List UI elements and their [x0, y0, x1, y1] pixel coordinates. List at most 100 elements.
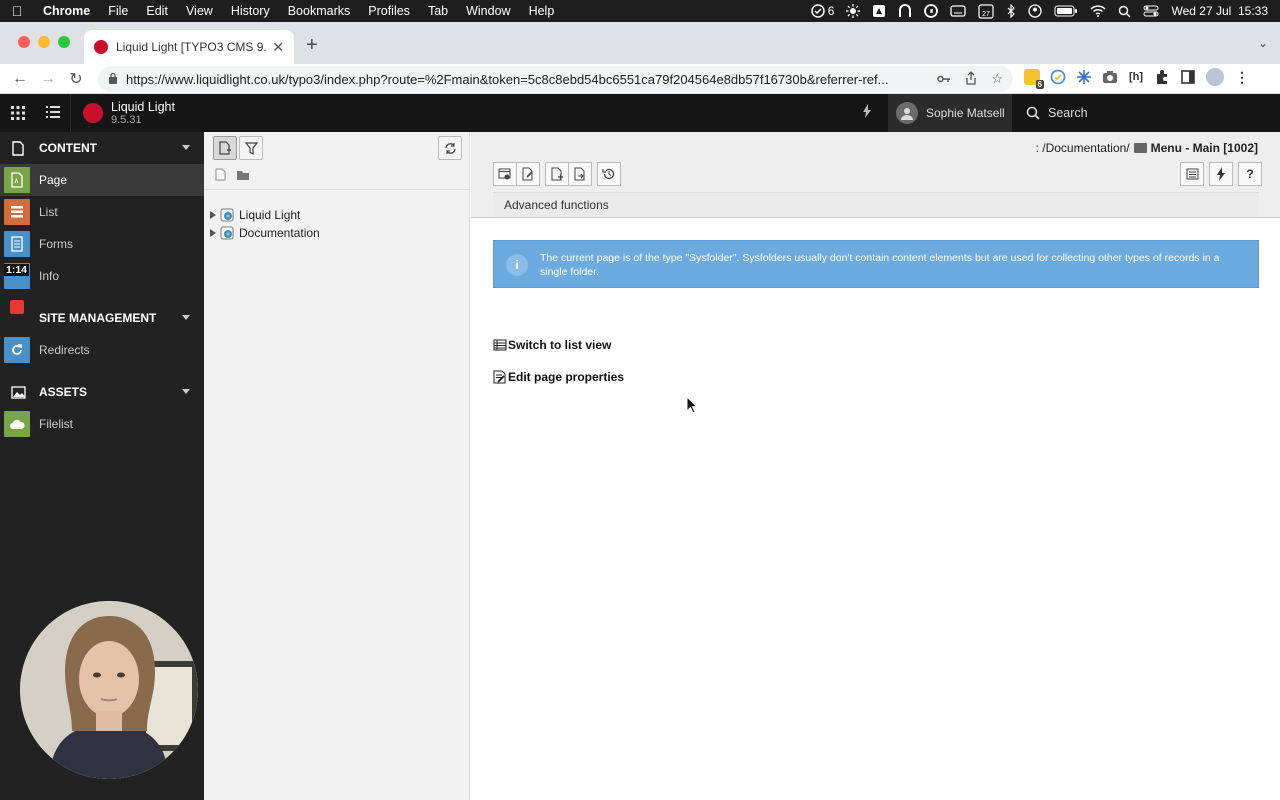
wifi-icon[interactable]	[1090, 5, 1107, 17]
menu-file[interactable]: File	[99, 4, 137, 18]
spotlight-search-icon[interactable]	[1118, 5, 1132, 18]
address-bar[interactable]: https://www.liquidlight.co.uk/typo3/inde…	[98, 66, 1013, 92]
lock-icon[interactable]	[108, 72, 118, 87]
stop-recording-icon[interactable]	[10, 300, 24, 314]
module-group-assets[interactable]: ASSETS	[0, 376, 204, 408]
key-icon[interactable]	[937, 72, 951, 87]
menu-view[interactable]: View	[177, 4, 222, 18]
help-button[interactable]: ?	[1238, 162, 1262, 186]
view-page-button[interactable]	[493, 162, 517, 186]
user-icon[interactable]	[1028, 4, 1043, 18]
extensions-area: 6 [h] ⋮	[1024, 68, 1250, 89]
grammarly-icon[interactable]	[924, 4, 939, 18]
new-page-button[interactable]	[213, 136, 237, 160]
reload-icon[interactable]: ↻	[62, 69, 90, 89]
keyboard-icon[interactable]	[950, 5, 967, 17]
folder-doktype-icon[interactable]	[236, 170, 250, 184]
advanced-functions-toggle[interactable]: Advanced functions	[493, 192, 1259, 217]
redirects-module-icon	[4, 337, 30, 363]
arc-icon[interactable]	[898, 4, 912, 18]
site-brand[interactable]: Liquid Light 9.5.31	[70, 94, 204, 132]
menu-window[interactable]: Window	[457, 4, 519, 18]
expand-arrow-icon[interactable]	[210, 211, 216, 219]
share-icon[interactable]	[965, 70, 977, 88]
switch-to-list-view-link[interactable]: Switch to list view	[493, 338, 611, 352]
close-window-button[interactable]	[18, 36, 30, 48]
extensions-puzzle-icon[interactable]	[1154, 69, 1170, 85]
tree-node-documentation[interactable]: Documentation	[210, 224, 320, 242]
move-page-button[interactable]	[568, 162, 592, 186]
refresh-tree-button[interactable]	[438, 136, 462, 160]
page-tree-toolbar	[204, 132, 469, 190]
back-arrow-icon[interactable]: ←	[6, 70, 34, 88]
site-root-globe-icon	[220, 208, 234, 222]
chrome-menu-icon[interactable]: ⋮	[1234, 69, 1250, 85]
page-tree-toggle-icon[interactable]	[46, 105, 60, 122]
menu-tab[interactable]: Tab	[419, 4, 457, 18]
module-group-site-management[interactable]: SITE MANAGEMENT	[0, 302, 204, 334]
clear-page-cache-button[interactable]	[1209, 162, 1233, 186]
new-page-icon	[551, 167, 563, 181]
page-doktype-icon[interactable]	[215, 168, 226, 184]
module-label: Page	[39, 173, 68, 187]
apple-icon[interactable]: 	[0, 3, 34, 19]
backend-search[interactable]: Search	[1020, 94, 1088, 132]
battery-icon[interactable]	[1054, 5, 1078, 17]
module-redirects[interactable]: Redirects	[0, 334, 204, 366]
menu-help[interactable]: Help	[520, 4, 564, 18]
tasks-status[interactable]: 6	[811, 4, 834, 18]
edit-page-button[interactable]	[516, 162, 540, 186]
bluetooth-icon[interactable]	[1006, 4, 1016, 18]
breadcrumb-path[interactable]: : /Documentation/	[1036, 141, 1130, 155]
chrome-profile-avatar[interactable]	[1206, 68, 1224, 86]
tab-close-icon[interactable]: ✕	[272, 39, 284, 56]
filter-tree-button[interactable]	[239, 136, 263, 160]
extension-notes-icon[interactable]: 6	[1024, 69, 1044, 89]
expand-arrow-icon[interactable]	[210, 229, 216, 237]
bookmark-star-icon[interactable]: ☆	[991, 71, 1003, 87]
extension-markdown-icon[interactable]: [h]	[1128, 69, 1144, 85]
extension-check-icon[interactable]	[1050, 69, 1066, 85]
control-center-icon[interactable]	[1143, 5, 1159, 17]
collapse-caret-icon[interactable]	[182, 145, 190, 150]
menu-app-name[interactable]: Chrome	[34, 4, 99, 18]
new-tab-icon[interactable]: +	[306, 34, 318, 57]
forward-arrow-icon[interactable]: →	[34, 70, 62, 88]
collapse-caret-icon[interactable]	[182, 389, 190, 394]
shortcut-button[interactable]	[1180, 162, 1204, 186]
tab-search-chevron-icon[interactable]: ⌄	[1258, 36, 1268, 50]
extension-camera-icon[interactable]	[1102, 69, 1118, 85]
module-grid-icon[interactable]	[10, 105, 26, 124]
edit-page-properties-link[interactable]: Edit page properties	[493, 370, 624, 384]
browser-tab-active[interactable]: Liquid Light [TYPO3 CMS 9.5.31] ✕	[84, 30, 294, 64]
menu-bookmarks[interactable]: Bookmarks	[279, 4, 360, 18]
tree-node-liquid-light[interactable]: Liquid Light	[210, 206, 300, 224]
minimize-window-button[interactable]	[38, 36, 50, 48]
collapse-caret-icon[interactable]	[182, 315, 190, 320]
module-list[interactable]: List	[0, 196, 204, 228]
history-icon	[602, 168, 615, 180]
module-info[interactable]: Info	[0, 260, 204, 292]
user-menu[interactable]: Sophie Matsell	[888, 94, 1012, 132]
side-panel-icon[interactable]	[1180, 69, 1196, 85]
breadcrumb: : /Documentation/ Menu - Main [1002]	[1036, 141, 1258, 155]
drive-icon[interactable]	[872, 4, 886, 18]
url-text[interactable]: https://www.liquidlight.co.uk/typo3/inde…	[126, 72, 923, 87]
brightness-icon[interactable]	[846, 4, 861, 18]
new-content-button[interactable]	[545, 162, 569, 186]
menu-history[interactable]: History	[222, 4, 279, 18]
info-message: The current page is of the type "Sysfold…	[540, 252, 1220, 278]
module-page[interactable]: Page	[0, 164, 204, 196]
extension-spark-icon[interactable]	[1076, 69, 1092, 85]
module-group-content[interactable]: CONTENT	[0, 132, 204, 164]
clear-cache-bolt-icon[interactable]	[862, 104, 872, 121]
menu-edit[interactable]: Edit	[137, 4, 177, 18]
history-button[interactable]	[597, 162, 621, 186]
mouse-cursor-icon	[686, 396, 698, 414]
zoom-window-button[interactable]	[58, 36, 70, 48]
module-forms[interactable]: Forms	[0, 228, 204, 260]
menubar-clock[interactable]: Wed 27 Jul 15:33	[1171, 4, 1268, 18]
menu-profiles[interactable]: Profiles	[359, 4, 419, 18]
module-filelist[interactable]: Filelist	[0, 408, 204, 440]
calendar-icon[interactable]: 27	[978, 3, 995, 19]
